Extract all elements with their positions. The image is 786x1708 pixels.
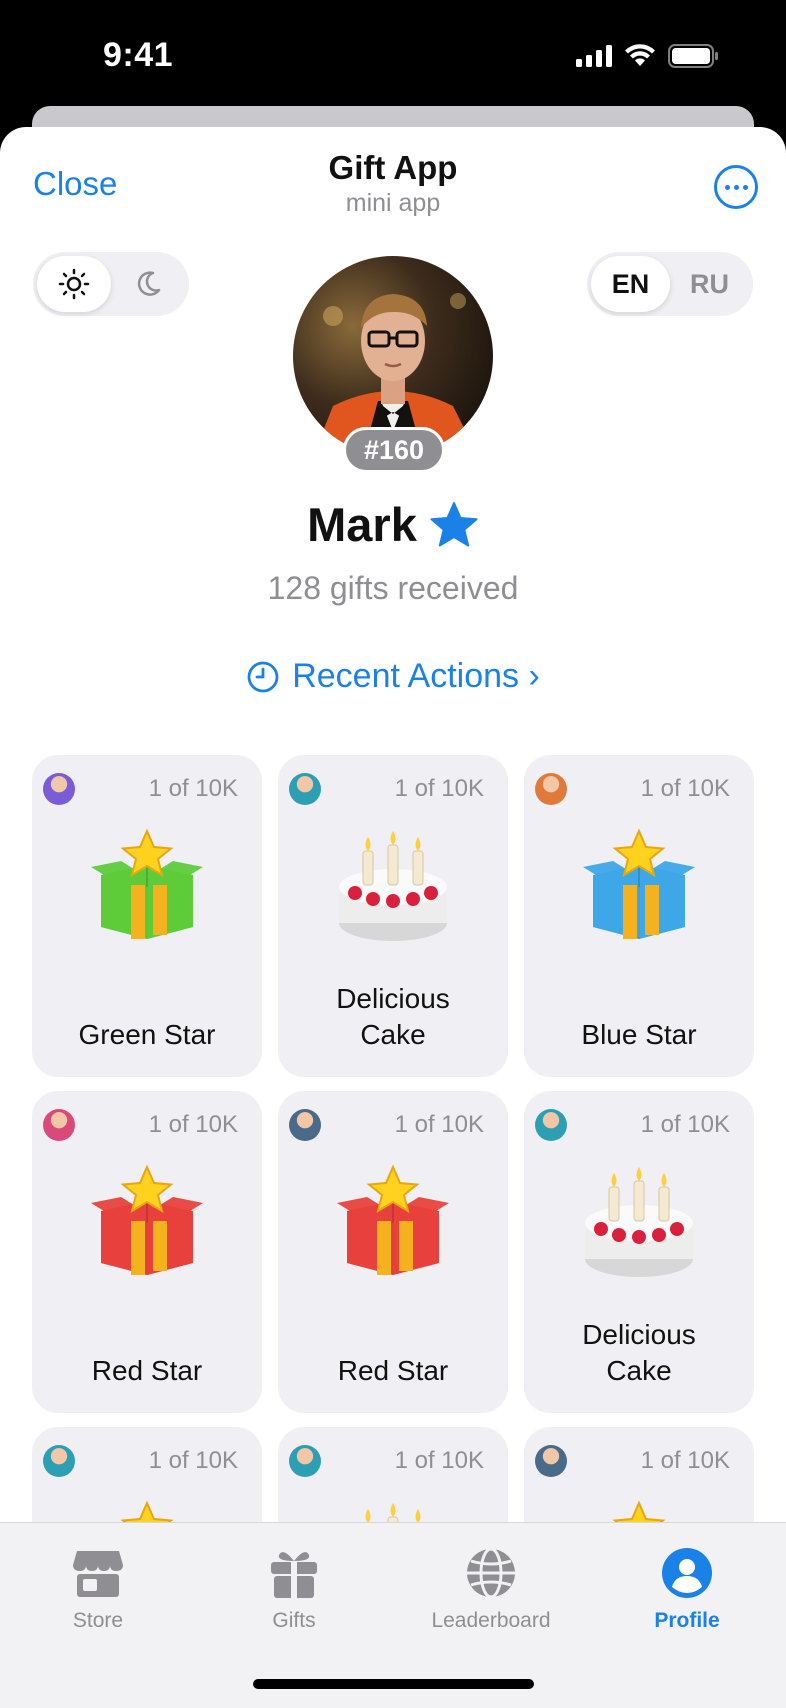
gift-card[interactable]: 1 of 10K Red Star xyxy=(278,1091,508,1413)
app-subtitle: mini app xyxy=(345,189,441,217)
sender-avatar xyxy=(43,1109,75,1141)
gift-art xyxy=(87,1163,207,1283)
gift-edition: 1 of 10K xyxy=(394,775,484,802)
gift-art xyxy=(333,1163,453,1283)
cake-gift-icon xyxy=(339,831,447,941)
star-icon xyxy=(430,501,478,546)
gift-art xyxy=(333,827,453,947)
cake-gift-icon xyxy=(585,1167,693,1277)
sender-avatar xyxy=(43,773,75,805)
tab-leaderboard-label: Leaderboard xyxy=(431,1609,551,1632)
light-theme-option[interactable] xyxy=(37,256,111,312)
user-name: Mark xyxy=(307,498,417,551)
rank-badge: #160 xyxy=(343,427,445,473)
language-option-en[interactable]: EN xyxy=(591,256,670,312)
sender-avatar xyxy=(289,773,321,805)
gift-icon xyxy=(271,1552,317,1598)
battery-icon xyxy=(668,44,718,68)
person-icon xyxy=(662,1548,712,1598)
gift-edition: 1 of 10K xyxy=(148,775,238,802)
recent-actions-label: Recent Actions › xyxy=(292,657,540,695)
gift-art xyxy=(87,827,207,947)
tab-leaderboard[interactable]: Leaderboard xyxy=(416,1547,566,1633)
gift-edition: 1 of 10K xyxy=(640,775,730,802)
home-indicator xyxy=(253,1679,534,1689)
gift-art xyxy=(579,1163,699,1283)
dark-theme-option[interactable] xyxy=(111,256,185,312)
globe-icon xyxy=(467,1547,515,1599)
tab-gifts-label: Gifts xyxy=(272,1609,316,1632)
star-gift-icon xyxy=(91,828,203,939)
sender-avatar xyxy=(43,1445,75,1477)
mini-app-sheet: Close Gift App mini app EN RU #160 Mark … xyxy=(0,127,786,1708)
gift-edition: 1 of 10K xyxy=(640,1447,730,1474)
gift-card[interactable]: 1 of 10K Blue Star xyxy=(524,755,754,1077)
gift-name: Delicious Cake xyxy=(336,983,450,1050)
sender-avatar xyxy=(535,1445,567,1477)
status-icons xyxy=(576,44,720,68)
store-icon xyxy=(73,1551,123,1597)
gift-name: Blue Star xyxy=(581,1019,697,1050)
cellular-signal-icon xyxy=(576,45,612,67)
gift-edition: 1 of 10K xyxy=(148,1111,238,1138)
sender-avatar xyxy=(535,1109,567,1141)
language-toggle[interactable]: EN RU xyxy=(587,252,753,316)
wifi-icon xyxy=(625,44,655,66)
gift-card[interactable]: 1 of 10K Delicious Cake xyxy=(278,755,508,1077)
sender-avatar xyxy=(289,1445,321,1477)
gift-edition: 1 of 10K xyxy=(394,1111,484,1138)
star-gift-icon xyxy=(337,1164,449,1275)
clock-icon xyxy=(247,661,279,692)
tab-profile[interactable]: Profile xyxy=(612,1547,762,1633)
status-time: 9:41 xyxy=(103,36,174,74)
avatar xyxy=(293,256,493,456)
gift-name: Red Star xyxy=(91,1355,203,1386)
app-title: Gift App xyxy=(328,149,458,186)
star-gift-icon xyxy=(583,828,695,939)
tab-profile-label: Profile xyxy=(654,1609,720,1632)
gift-name: Green Star xyxy=(78,1019,216,1050)
moon-icon xyxy=(137,271,161,296)
sun-icon xyxy=(58,268,90,300)
ellipsis-circle-icon xyxy=(724,184,730,190)
sender-avatar xyxy=(535,773,567,805)
language-option-ru[interactable]: RU xyxy=(670,256,749,312)
tab-gifts[interactable]: Gifts xyxy=(219,1547,369,1633)
tab-store-label: Store xyxy=(72,1609,124,1632)
user-name-row: Mark xyxy=(0,497,786,552)
star-gift-icon xyxy=(91,1164,203,1275)
gift-card[interactable]: 1 of 10K Green Star xyxy=(32,755,262,1077)
status-bar: 9:41 xyxy=(0,0,786,118)
gift-name: Delicious Cake xyxy=(582,1319,696,1386)
gift-edition: 1 of 10K xyxy=(640,1111,730,1138)
more-options-button[interactable] xyxy=(714,165,758,209)
gift-art xyxy=(579,827,699,947)
gifts-received-count: 128 gifts received xyxy=(267,570,519,606)
tab-store[interactable]: Store xyxy=(23,1547,173,1633)
theme-toggle[interactable] xyxy=(33,252,189,316)
gift-card[interactable]: 1 of 10K Red Star xyxy=(32,1091,262,1413)
gift-edition: 1 of 10K xyxy=(148,1447,238,1474)
gift-card[interactable]: 1 of 10K Delicious Cake xyxy=(524,1091,754,1413)
recent-actions-link[interactable]: Recent Actions › xyxy=(0,657,786,696)
sender-avatar xyxy=(289,1109,321,1141)
gift-name: Red Star xyxy=(337,1355,449,1386)
gift-edition: 1 of 10K xyxy=(394,1447,484,1474)
